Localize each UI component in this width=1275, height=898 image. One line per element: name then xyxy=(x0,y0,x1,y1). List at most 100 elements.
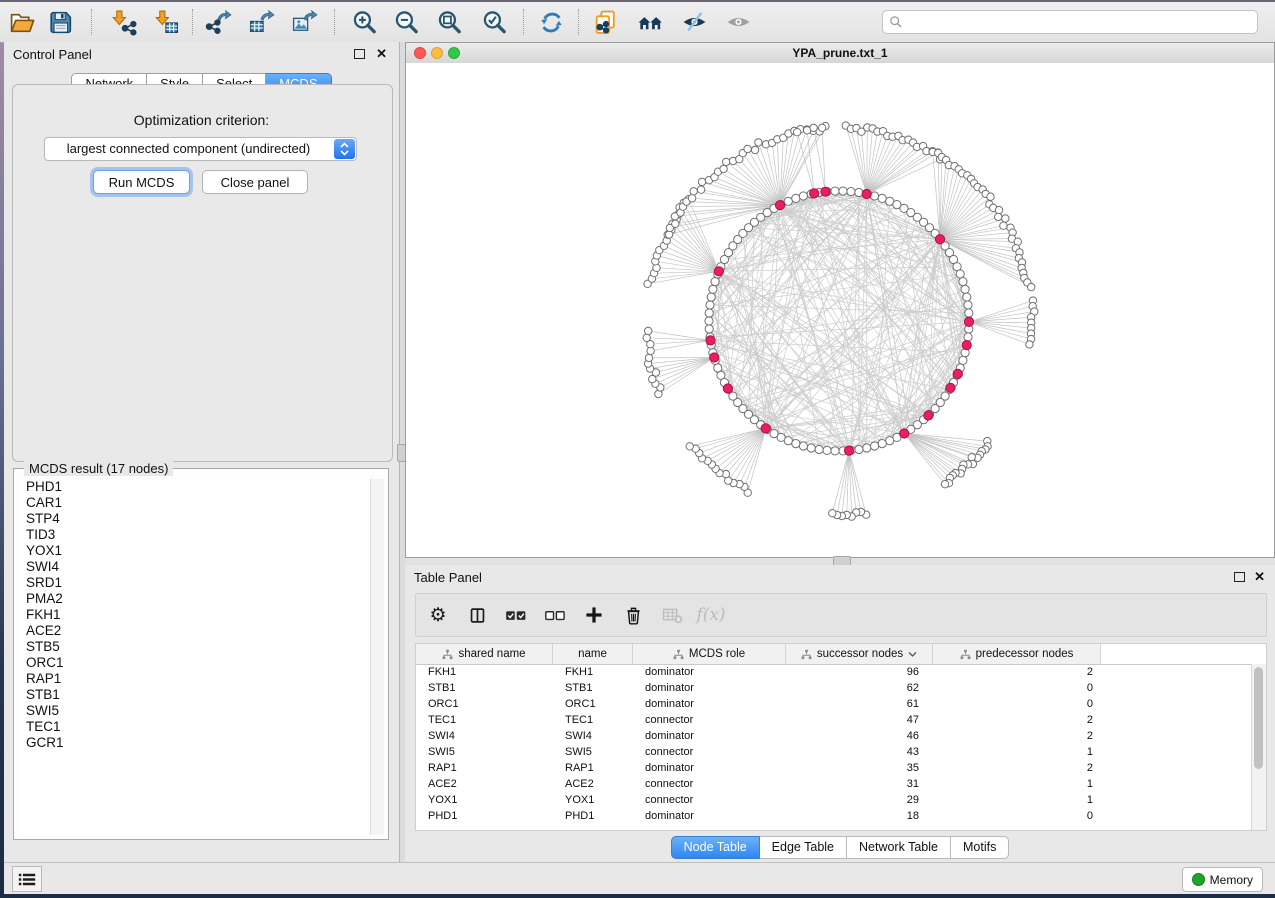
network-canvas[interactable] xyxy=(406,63,1274,557)
open-file-button[interactable] xyxy=(5,5,39,39)
export-table-button[interactable] xyxy=(244,5,278,39)
cell-mcds_role: connector xyxy=(633,744,786,760)
mcds-result-item[interactable]: TID3 xyxy=(18,527,370,543)
mcds-result-item[interactable]: STP4 xyxy=(18,511,370,527)
table-row-ORC1[interactable]: ORC1ORC1dominator610 xyxy=(416,696,1101,712)
zoom-fit-button[interactable] xyxy=(432,5,466,39)
task-history-button[interactable] xyxy=(12,866,42,892)
zoom-selected-button[interactable] xyxy=(477,5,511,39)
first-neighbors-icon xyxy=(637,9,664,36)
table-toolbar: ⚙f(x) xyxy=(415,593,1267,637)
float-table-panel-icon[interactable] xyxy=(1234,572,1245,582)
table-row-ACE2[interactable]: ACE2ACE2connector311 xyxy=(416,776,1101,792)
cell-mcds_role: dominator xyxy=(633,696,786,712)
deselect-all-button[interactable] xyxy=(538,598,572,632)
table-row-SWI5[interactable]: SWI5SWI5connector431 xyxy=(416,744,1101,760)
table-settings-button[interactable]: ⚙ xyxy=(421,598,455,632)
search-box[interactable] xyxy=(882,10,1258,34)
node-table-header: shared namenameMCDS rolesuccessor nodesp… xyxy=(416,644,1252,665)
tab-network-table[interactable]: Network Table xyxy=(847,836,951,859)
mcds-result-item[interactable]: YOX1 xyxy=(18,543,370,559)
clone-network-icon xyxy=(592,9,619,36)
refresh-button[interactable] xyxy=(534,5,568,39)
tab-node-table[interactable]: Node Table xyxy=(671,836,760,859)
table-scrollbar[interactable] xyxy=(1251,664,1266,830)
cell-mcds_role: dominator xyxy=(633,680,786,696)
run-mcds-button[interactable]: Run MCDS xyxy=(93,170,190,194)
column-header-predecessor-nodes[interactable]: predecessor nodes xyxy=(933,644,1101,664)
zoom-in-icon xyxy=(351,9,378,36)
mcds-result-item[interactable]: SWI5 xyxy=(18,703,370,719)
export-image-button[interactable] xyxy=(287,5,321,39)
search-icon xyxy=(889,15,903,29)
show-all-button[interactable] xyxy=(721,5,755,39)
delete-column-button[interactable] xyxy=(616,598,650,632)
table-panel-tabs: Node TableEdge TableNetwork TableMotifs xyxy=(405,836,1275,859)
toolbar-separator xyxy=(334,9,335,35)
table-row-RAP1[interactable]: RAP1RAP1dominator352 xyxy=(416,760,1101,776)
zoom-out-button[interactable] xyxy=(389,5,423,39)
horizontal-splitter[interactable] xyxy=(405,558,1275,565)
table-row-TEC1[interactable]: TEC1TEC1connector472 xyxy=(416,712,1101,728)
mcds-result-item[interactable]: STB1 xyxy=(18,687,370,703)
memory-label: Memory xyxy=(1210,873,1253,887)
cell-shared_name: ORC1 xyxy=(416,696,553,712)
close-panel-button[interactable]: Close panel xyxy=(202,170,308,194)
mcds-result-item[interactable]: STB5 xyxy=(18,639,370,655)
mcds-result-item[interactable]: FKH1 xyxy=(18,607,370,623)
mcds-result-item[interactable]: CAR1 xyxy=(18,495,370,511)
table-scrollbar-thumb[interactable] xyxy=(1254,667,1263,769)
memory-button[interactable]: Memory xyxy=(1182,867,1263,892)
tab-edge-table[interactable]: Edge Table xyxy=(760,836,847,859)
mcds-result-list[interactable]: PHD1CAR1STP4TID3YOX1SWI4SRD1PMA2FKH1ACE2… xyxy=(18,479,370,835)
cell-name: ORC1 xyxy=(553,696,633,712)
table-row-YOX1[interactable]: YOX1YOX1connector291 xyxy=(416,792,1101,808)
float-panel-icon[interactable] xyxy=(354,49,365,59)
table-panel-title: Table Panel xyxy=(414,570,482,585)
mcds-result-item[interactable]: GCR1 xyxy=(18,735,370,751)
cell-name: YOX1 xyxy=(553,792,633,808)
cell-successor_nodes: 18 xyxy=(786,808,933,824)
close-table-panel-icon[interactable]: ✕ xyxy=(1254,568,1265,586)
mcds-result-item[interactable]: PHD1 xyxy=(18,479,370,495)
clone-network-button[interactable] xyxy=(588,5,622,39)
add-column-button[interactable] xyxy=(577,598,611,632)
mcds-result-item[interactable]: TEC1 xyxy=(18,719,370,735)
export-table-icon xyxy=(248,9,275,36)
split-view-button[interactable] xyxy=(460,598,494,632)
column-header-name[interactable]: name xyxy=(553,644,633,664)
select-stepper-icon xyxy=(334,139,355,159)
network-window-titlebar[interactable]: YPA_prune.txt_1 xyxy=(406,43,1274,65)
zoom-in-button[interactable] xyxy=(347,5,381,39)
table-row-STB1[interactable]: STB1STB1dominator620 xyxy=(416,680,1101,696)
close-panel-icon[interactable]: ✕ xyxy=(376,45,387,63)
column-header-filler xyxy=(1101,644,1252,664)
mcds-result-item[interactable]: RAP1 xyxy=(18,671,370,687)
hide-selected-button[interactable] xyxy=(677,5,711,39)
select-all-button[interactable] xyxy=(499,598,533,632)
tab-motifs[interactable]: Motifs xyxy=(951,836,1009,859)
cell-successor_nodes: 61 xyxy=(786,696,933,712)
mcds-result-scrollbar[interactable] xyxy=(370,479,384,835)
optimization-criterion-select[interactable]: largest connected component (undirected) xyxy=(44,137,357,161)
cell-successor_nodes: 43 xyxy=(786,744,933,760)
search-input[interactable] xyxy=(907,12,1257,32)
table-row-FKH1[interactable]: FKH1FKH1dominator962 xyxy=(416,664,1101,680)
save-session-button[interactable] xyxy=(43,5,77,39)
export-network-button[interactable] xyxy=(201,5,235,39)
table-row-PHD1[interactable]: PHD1PHD1dominator180 xyxy=(416,808,1101,824)
column-header-shared-name[interactable]: shared name xyxy=(416,644,553,664)
mcds-result-item[interactable]: SWI4 xyxy=(18,559,370,575)
save-session-icon xyxy=(47,9,74,36)
mcds-result-item[interactable]: ACE2 xyxy=(18,623,370,639)
first-neighbors-button[interactable] xyxy=(633,5,667,39)
mcds-result-item[interactable]: SRD1 xyxy=(18,575,370,591)
mcds-result-item[interactable]: PMA2 xyxy=(18,591,370,607)
column-header-MCDS-role[interactable]: MCDS role xyxy=(633,644,786,664)
mcds-result-item[interactable]: ORC1 xyxy=(18,655,370,671)
table-row-SWI4[interactable]: SWI4SWI4dominator462 xyxy=(416,728,1101,744)
column-header-successor-nodes[interactable]: successor nodes xyxy=(786,644,933,664)
cell-name: STB1 xyxy=(553,680,633,696)
import-network-button[interactable] xyxy=(106,5,140,39)
import-table-button[interactable] xyxy=(149,5,183,39)
